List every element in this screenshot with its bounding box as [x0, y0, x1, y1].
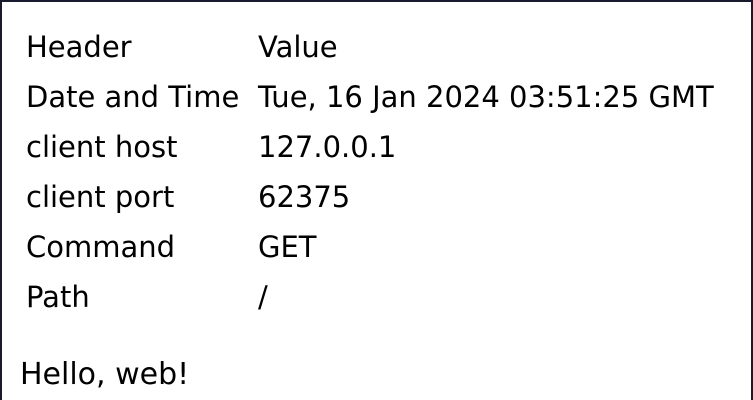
header-name-cell: client port: [26, 180, 175, 214]
header-name-cell: Path: [26, 280, 90, 314]
header-value-cell: 62375: [258, 180, 351, 214]
header-value-cell: /: [258, 280, 268, 314]
request-headers-table: Header Value Date and Time Tue, 16 Jan 2…: [24, 22, 716, 322]
header-name-cell: client host: [26, 130, 178, 164]
table-header-row: Header Value: [26, 22, 714, 72]
table-row: client port 62375: [26, 172, 714, 222]
header-value-cell: GET: [258, 230, 317, 264]
page-content: Header Value Date and Time Tue, 16 Jan 2…: [24, 22, 716, 322]
column-header-name: Header: [26, 30, 132, 64]
column-header-value: Value: [258, 30, 338, 64]
header-name-cell: Date and Time: [26, 80, 240, 114]
window-frame-left: [0, 0, 2, 400]
table-row: client host 127.0.0.1: [26, 122, 714, 172]
table-row: Path /: [26, 272, 714, 322]
table-row: Command GET: [26, 222, 714, 272]
table-row: Date and Time Tue, 16 Jan 2024 03:51:25 …: [26, 72, 714, 122]
header-name-cell: Command: [26, 230, 176, 264]
greeting-text: Hello, web!: [20, 357, 190, 392]
header-value-cell: 127.0.0.1: [258, 130, 397, 164]
header-value-cell: Tue, 16 Jan 2024 03:51:25 GMT: [258, 80, 714, 114]
window-frame-top: [0, 0, 753, 2]
